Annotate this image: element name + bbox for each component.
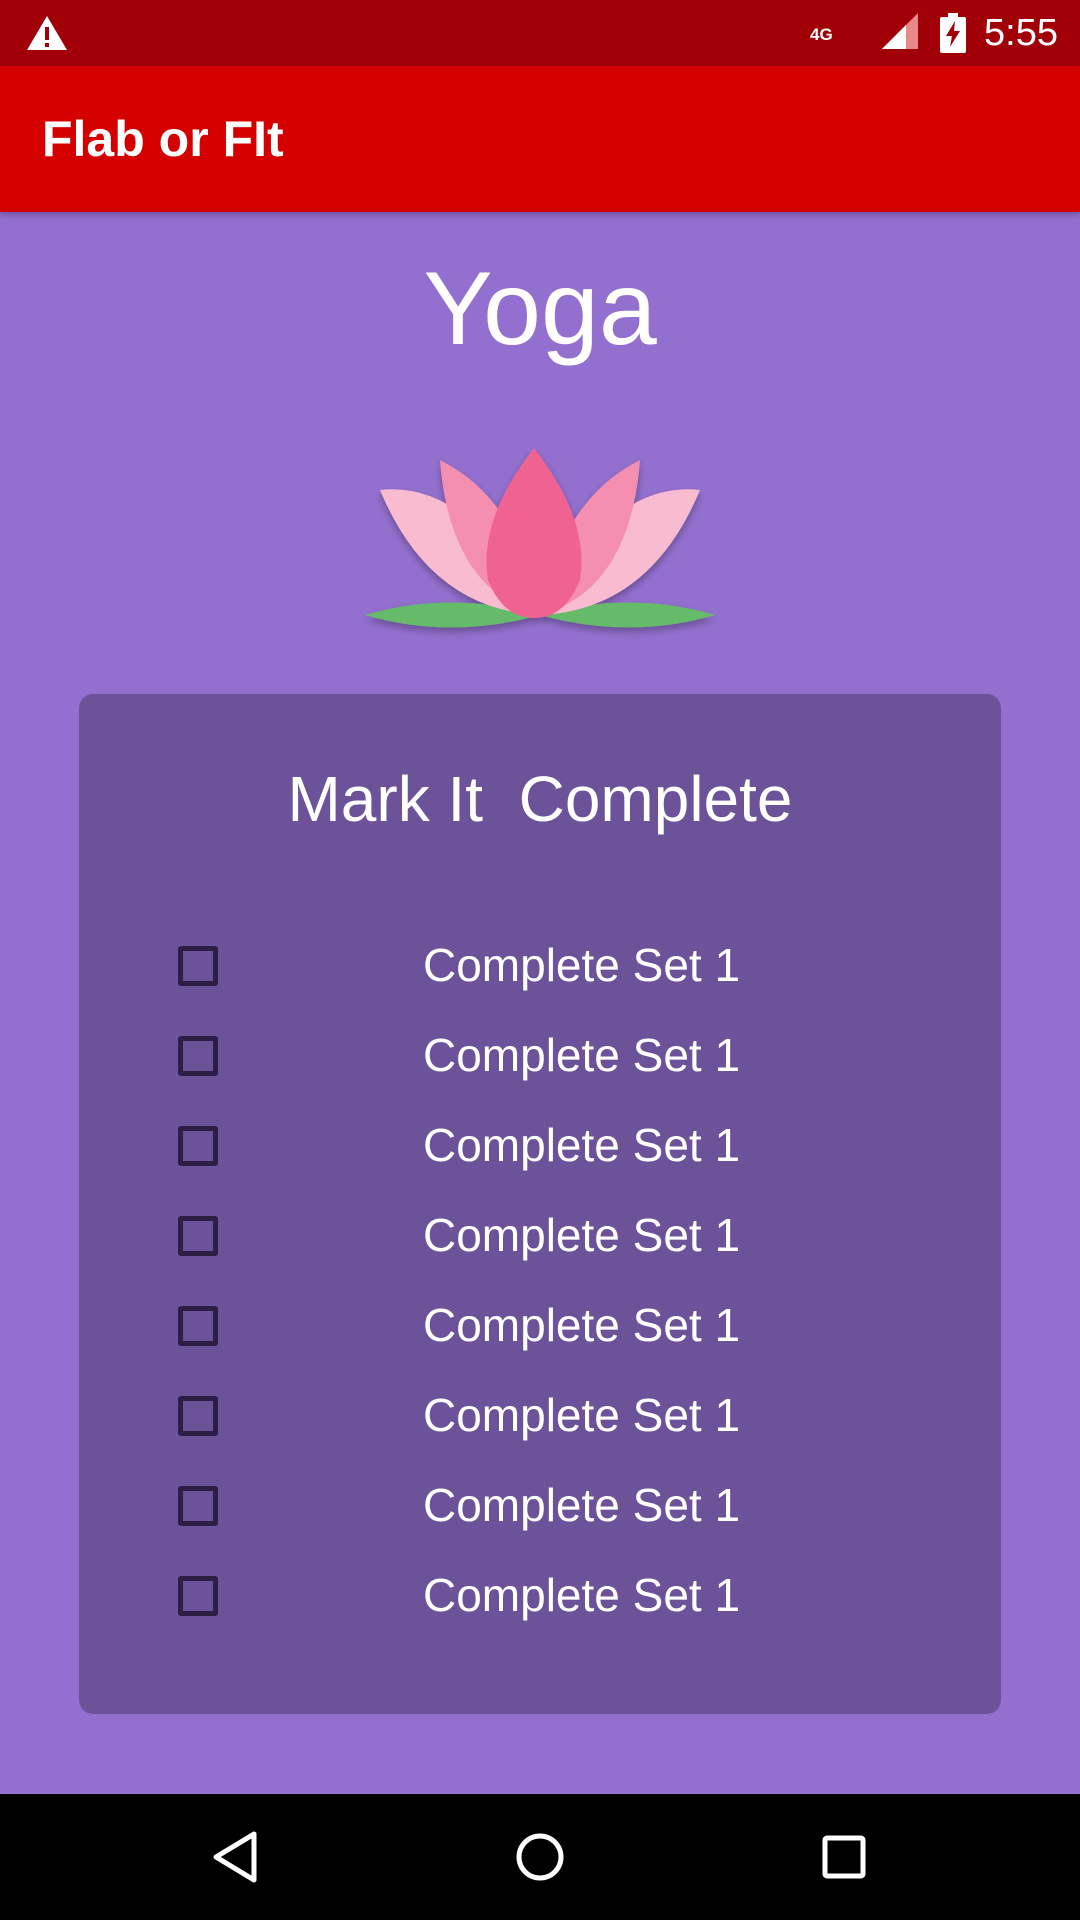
set-row[interactable]: Complete Set 1 <box>79 1194 1001 1284</box>
set-row[interactable]: Complete Set 1 <box>79 1104 1001 1194</box>
set-checkbox[interactable] <box>178 946 218 986</box>
lotus-icon <box>365 448 715 628</box>
app-title: Flab or FIt <box>42 111 284 167</box>
set-checkbox[interactable] <box>178 1306 218 1346</box>
back-icon[interactable] <box>204 1824 270 1890</box>
set-label: Complete Set 1 <box>423 1569 741 1621</box>
set-label: Complete Set 1 <box>423 1299 741 1351</box>
set-row[interactable]: Complete Set 1 <box>79 1284 1001 1374</box>
set-row[interactable]: Complete Set 1 <box>79 1554 1001 1644</box>
set-checkbox[interactable] <box>178 1036 218 1076</box>
status-bar: 4G 5:55 <box>0 0 1080 66</box>
signal-icon <box>882 12 919 49</box>
warning-icon <box>27 16 67 50</box>
status-right-group: 4G 5:55 <box>810 0 1058 66</box>
recents-icon[interactable] <box>811 1824 877 1890</box>
set-label: Complete Set 1 <box>423 1479 741 1531</box>
set-label: Complete Set 1 <box>423 1389 741 1441</box>
completion-card: Mark It Complete Complete Set 1 Complete… <box>79 694 1001 1714</box>
screen: 4G 5:55 Flab or FIt Yoga Mark It Complet… <box>0 0 1080 1920</box>
set-label: Complete Set 1 <box>423 1209 741 1261</box>
set-row[interactable]: Complete Set 1 <box>79 924 1001 1014</box>
card-title: Mark It Complete <box>287 763 793 835</box>
network-type: 4G <box>810 24 833 44</box>
app-bar: Flab or FIt <box>0 66 1080 212</box>
set-row[interactable]: Complete Set 1 <box>79 1374 1001 1464</box>
home-icon[interactable] <box>507 1824 573 1890</box>
set-row[interactable]: Complete Set 1 <box>79 1464 1001 1554</box>
clock: 5:55 <box>984 11 1058 54</box>
set-label: Complete Set 1 <box>423 1119 741 1171</box>
set-list: Complete Set 1 Complete Set 1 Complete S… <box>79 924 1001 1644</box>
set-row[interactable]: Complete Set 1 <box>79 1014 1001 1104</box>
set-checkbox[interactable] <box>178 1216 218 1256</box>
navigation-bar <box>0 1794 1080 1920</box>
set-checkbox[interactable] <box>178 1576 218 1616</box>
page-title: Yoga <box>423 251 657 367</box>
set-label: Complete Set 1 <box>423 939 741 991</box>
set-label: Complete Set 1 <box>423 1029 741 1081</box>
set-checkbox[interactable] <box>178 1396 218 1436</box>
battery-charging-icon <box>940 13 967 53</box>
set-checkbox[interactable] <box>178 1486 218 1526</box>
set-checkbox[interactable] <box>178 1126 218 1166</box>
